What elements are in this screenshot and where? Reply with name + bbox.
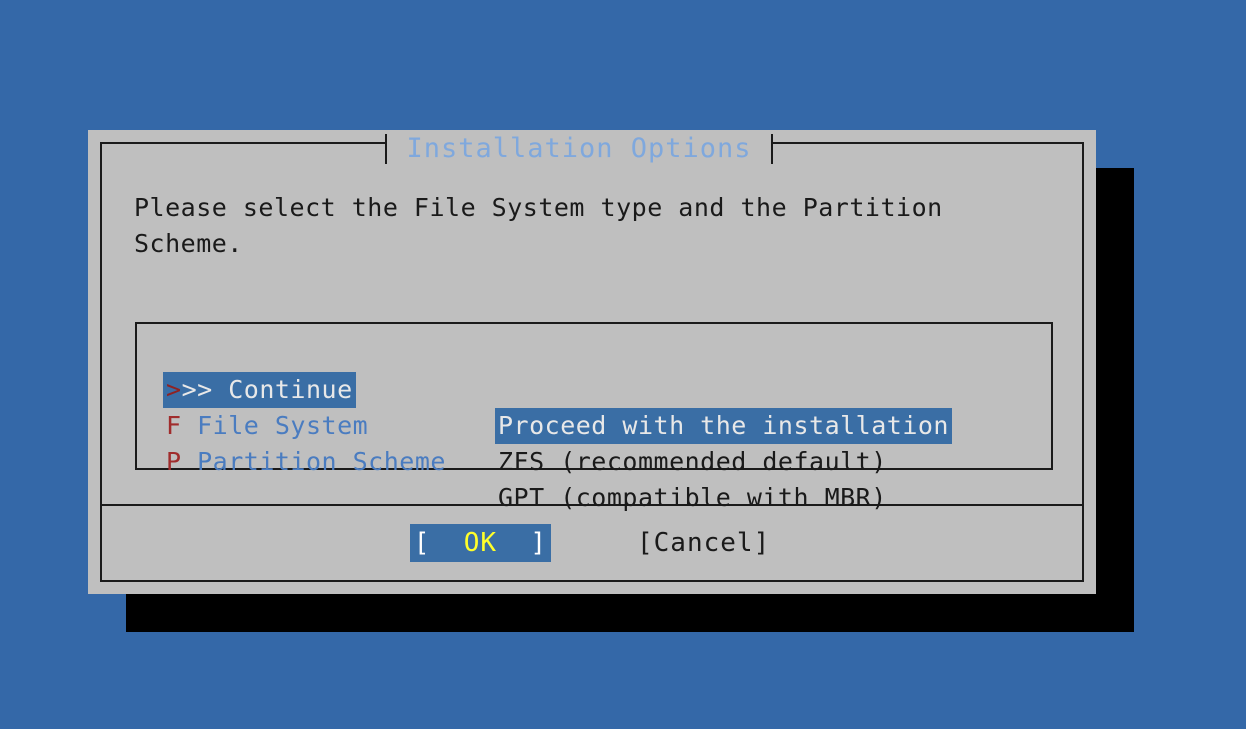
menu-item-partition-scheme-label: Partition Scheme <box>181 447 446 476</box>
dialog-prompt-text: Please select the File System type and t… <box>134 193 959 258</box>
options-menu-list: >>> Continue Proceed with the installati… <box>135 322 1053 512</box>
menu-item-file-system[interactable]: F File System ZFS (recommended default) <box>137 372 1051 476</box>
ok-button[interactable]: [ OK ] <box>409 524 551 562</box>
cancel-button[interactable]: [Cancel] <box>633 524 774 562</box>
cancel-button-open-bracket: [ <box>637 528 654 558</box>
dialog-frame-right <box>1082 142 1084 582</box>
installation-options-dialog: Installation Options Please select the F… <box>88 130 1096 594</box>
menu-item-partition-scheme[interactable]: P Partition Scheme GPT (compatible with … <box>137 408 1051 512</box>
ok-button-open-bracket: [ <box>413 528 431 558</box>
desktop-background: Installation Options Please select the F… <box>0 0 1246 729</box>
menu-item-file-system-value: ZFS (recommended default) <box>498 447 887 476</box>
menu-item-partition-scheme-shortcut: P <box>166 447 182 476</box>
dialog-frame-top-left <box>100 142 387 144</box>
button-area-separator <box>100 504 1084 506</box>
menu-item-partition-scheme-value: GPT (compatible with MBR) <box>498 483 887 512</box>
dialog-frame-left <box>100 142 102 582</box>
cancel-button-close-bracket: ] <box>753 528 771 558</box>
dialog-frame-bottom <box>100 580 1084 582</box>
ok-button-close-bracket: ] <box>530 528 547 558</box>
dialog-title: Installation Options <box>406 133 752 164</box>
menu-item-partition-scheme-tag: P Partition Scheme <box>163 444 449 480</box>
menu-item-continue[interactable]: >>> Continue Proceed with the installati… <box>137 336 1051 444</box>
dialog-frame-top-right <box>771 142 1084 144</box>
cancel-button-label: Cancel <box>653 528 754 558</box>
ok-button-label: OK <box>430 528 531 558</box>
dialog-button-row: [ OK ] [Cancel] <box>100 518 1084 568</box>
title-divider-right <box>771 134 773 164</box>
